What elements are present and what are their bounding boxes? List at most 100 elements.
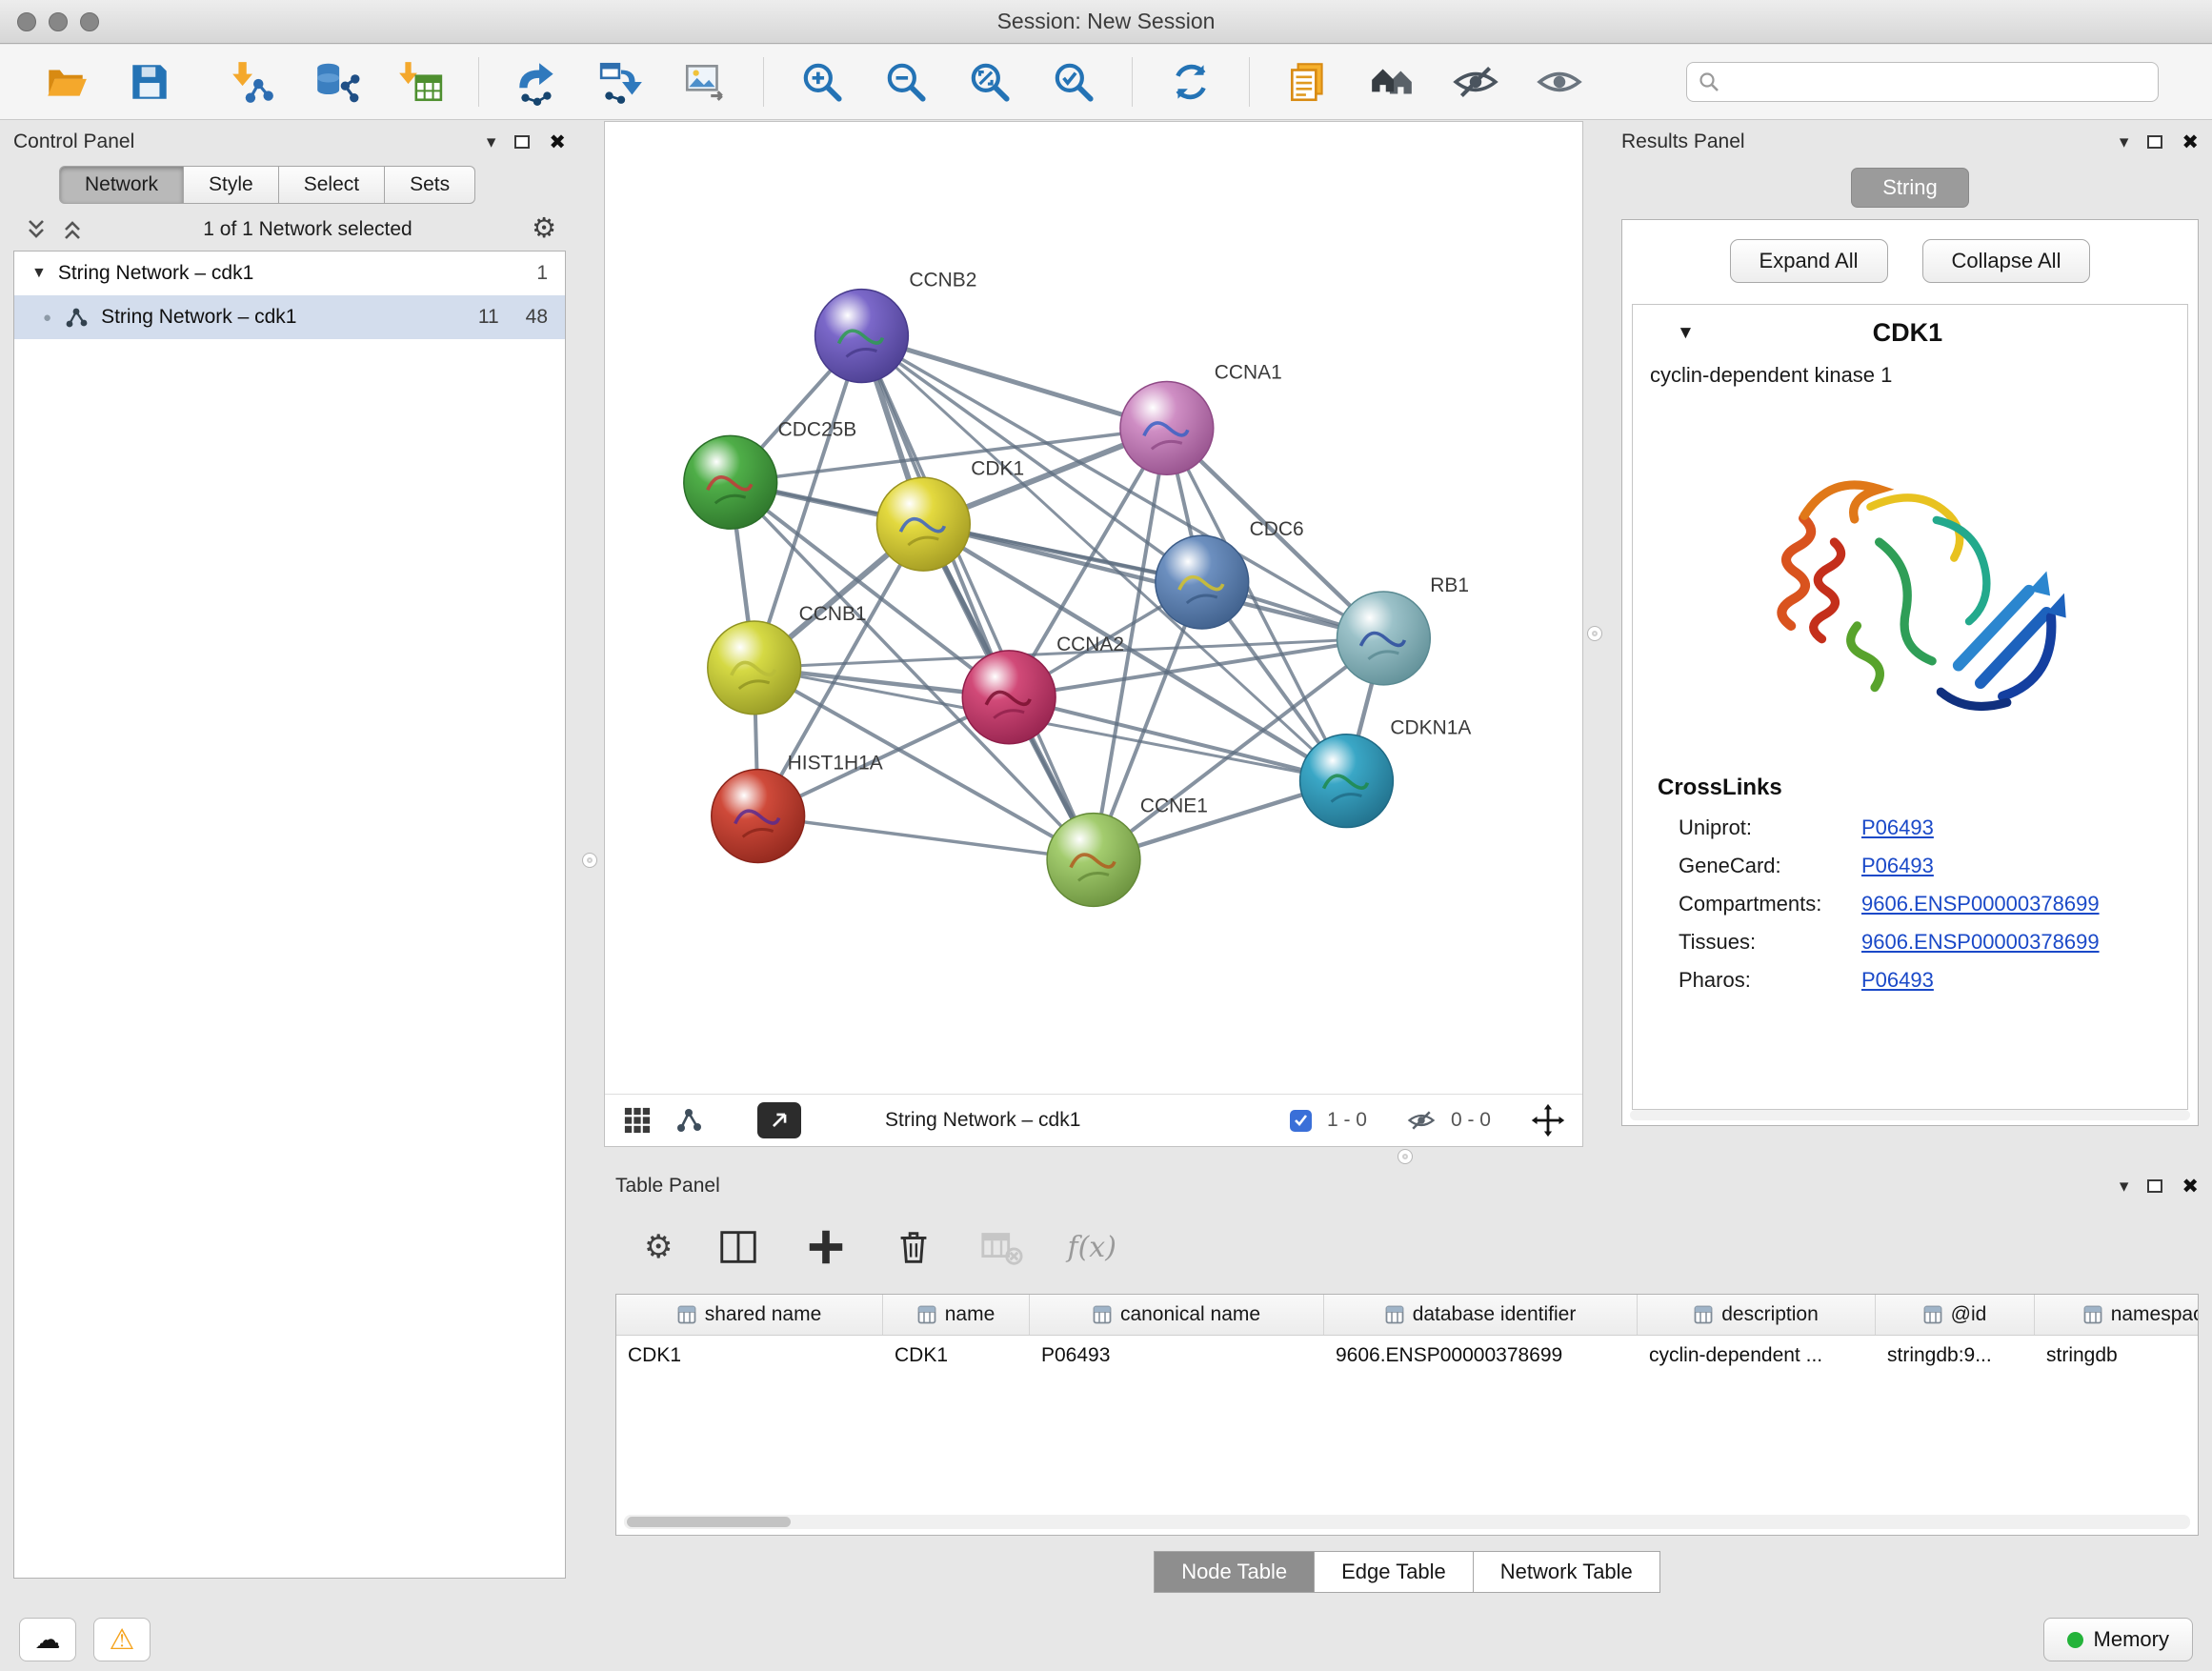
panel-menu-icon[interactable]: ▾ xyxy=(2120,131,2129,153)
table-horizontal-scrollbar[interactable] xyxy=(624,1515,2190,1529)
tab-edge-table[interactable]: Edge Table xyxy=(1315,1551,1474,1593)
hide-graphics-details-icon[interactable] xyxy=(1446,52,1505,111)
network-canvas[interactable]: CCNB2CCNA1CDC25BCDK1CDC6RB1CCNB1CCNA2CDK… xyxy=(605,122,1582,1094)
tree-expand-icon[interactable]: ▼ xyxy=(31,265,47,282)
crosslink-value-link[interactable]: P06493 xyxy=(1861,968,1934,993)
search-box[interactable] xyxy=(1686,62,2159,102)
scrollbar-thumb[interactable] xyxy=(627,1517,791,1527)
column-header-4[interactable]: description xyxy=(1638,1295,1876,1335)
save-session-icon[interactable] xyxy=(120,52,179,111)
zoom-selected-icon[interactable] xyxy=(1044,52,1103,111)
close-panel-icon[interactable]: ✖ xyxy=(2182,1175,2199,1198)
network-graph[interactable]: CCNB2CCNA1CDC25BCDK1CDC6RB1CCNB1CCNA2CDK… xyxy=(605,122,1582,1094)
table-cell[interactable]: CDK1 xyxy=(883,1336,1030,1376)
import-network-database-icon[interactable] xyxy=(307,52,366,111)
import-network-file-icon[interactable] xyxy=(223,52,282,111)
network-row[interactable]: ● String Network – cdk1 11 48 xyxy=(14,295,565,339)
edge-CCNB2-CCNA1[interactable] xyxy=(861,336,1166,429)
import-table-file-icon[interactable] xyxy=(391,52,450,111)
float-panel-icon[interactable] xyxy=(514,135,530,149)
panel-menu-icon[interactable]: ▾ xyxy=(2120,1176,2129,1198)
show-graphics-details-icon[interactable] xyxy=(1530,52,1589,111)
tab-node-table[interactable]: Node Table xyxy=(1154,1551,1315,1593)
crosslink-value-link[interactable]: P06493 xyxy=(1861,854,1934,878)
results-scrollbar[interactable] xyxy=(1630,1110,2190,1120)
memory-button[interactable]: Memory xyxy=(2043,1618,2193,1661)
table-cell[interactable]: stringdb xyxy=(2035,1336,2199,1376)
table-cell[interactable]: cyclin-dependent ... xyxy=(1638,1336,1876,1376)
search-input[interactable] xyxy=(1729,70,2146,93)
float-panel-icon[interactable] xyxy=(2147,1179,2162,1193)
node-CDKN1A[interactable]: CDKN1A xyxy=(1300,717,1472,828)
table-cell[interactable]: CDK1 xyxy=(616,1336,883,1376)
table-gear-icon[interactable]: ⚙ xyxy=(644,1231,673,1263)
table-row[interactable]: CDK1CDK1P064939606.ENSP00000378699cyclin… xyxy=(616,1336,2198,1376)
collapse-all-networks-icon[interactable] xyxy=(61,217,84,242)
tab-sets[interactable]: Sets xyxy=(385,166,475,204)
edge-HIST1H1A-CCNE1[interactable] xyxy=(758,816,1094,860)
tab-style[interactable]: Style xyxy=(184,166,279,204)
column-header-3[interactable]: database identifier xyxy=(1324,1295,1638,1335)
gear-icon[interactable]: ⚙ xyxy=(532,215,556,243)
node-HIST1H1A[interactable]: HIST1H1A xyxy=(712,753,883,863)
edge-CCNB2-CCNE1[interactable] xyxy=(861,336,1094,860)
apply-layout-icon[interactable] xyxy=(1161,52,1220,111)
float-panel-icon[interactable] xyxy=(2147,135,2162,149)
gene-section-header[interactable]: ▼ CDK1 xyxy=(1633,305,2187,355)
export-image-icon[interactable] xyxy=(675,52,734,111)
crosslink-value-link[interactable]: 9606.ENSP00000378699 xyxy=(1861,930,2100,955)
collapse-all-button[interactable]: Collapse All xyxy=(1922,239,2091,283)
close-panel-icon[interactable]: ✖ xyxy=(2182,131,2199,154)
node-CCNB1[interactable]: CCNB1 xyxy=(708,603,867,715)
move-crosshair-icon[interactable] xyxy=(1531,1103,1565,1137)
share-icon[interactable] xyxy=(674,1105,704,1136)
tab-network-table[interactable]: Network Table xyxy=(1474,1551,1660,1593)
column-header-2[interactable]: canonical name xyxy=(1030,1295,1324,1335)
crosslink-value-link[interactable]: P06493 xyxy=(1861,815,1934,840)
column-header-5[interactable]: @id xyxy=(1876,1295,2035,1335)
node-CDK1[interactable]: CDK1 xyxy=(876,457,1024,571)
splitter-handle[interactable] xyxy=(1398,1149,1413,1164)
column-header-0[interactable]: shared name xyxy=(616,1295,883,1335)
minimize-window-button[interactable] xyxy=(49,12,68,31)
table-cell[interactable]: stringdb:9... xyxy=(1876,1336,2035,1376)
network-collection-row[interactable]: ▼ String Network – cdk1 1 xyxy=(14,252,565,295)
cloud-icon[interactable]: ☁ xyxy=(19,1618,76,1661)
grid-icon[interactable] xyxy=(622,1105,653,1136)
splitter-handle[interactable] xyxy=(1587,626,1602,641)
zoom-in-icon[interactable] xyxy=(793,52,852,111)
network-from-table-icon[interactable] xyxy=(592,52,651,111)
node-RB1[interactable]: RB1 xyxy=(1337,574,1470,685)
table-cell[interactable]: 9606.ENSP00000378699 xyxy=(1324,1336,1638,1376)
warning-icon[interactable]: ⚠ xyxy=(93,1618,151,1661)
expand-all-networks-icon[interactable] xyxy=(25,217,48,242)
zoom-fit-icon[interactable] xyxy=(960,52,1019,111)
open-session-icon[interactable] xyxy=(36,52,95,111)
collapse-gene-icon[interactable]: ▼ xyxy=(1677,323,1695,344)
documents-icon[interactable] xyxy=(1278,52,1337,111)
function-builder-icon[interactable]: f(x) xyxy=(1067,1231,1116,1264)
table-cell[interactable]: P06493 xyxy=(1030,1336,1324,1376)
tab-string[interactable]: String xyxy=(1851,168,1968,208)
delete-column-icon[interactable] xyxy=(892,1225,935,1269)
new-network-from-selection-icon[interactable] xyxy=(508,52,567,111)
close-panel-icon[interactable]: ✖ xyxy=(549,131,566,154)
column-header-6[interactable]: namespace xyxy=(2035,1295,2199,1335)
node-CCNA1[interactable]: CCNA1 xyxy=(1120,361,1282,474)
selected-checkbox[interactable] xyxy=(1290,1110,1312,1132)
splitter-handle[interactable] xyxy=(582,853,597,868)
home-icon[interactable] xyxy=(1362,52,1421,111)
column-header-1[interactable]: name xyxy=(883,1295,1030,1335)
add-column-icon[interactable] xyxy=(804,1225,848,1269)
columns-icon[interactable] xyxy=(716,1225,760,1269)
crosslink-value-link[interactable]: 9606.ENSP00000378699 xyxy=(1861,892,2100,916)
zoom-window-button[interactable] xyxy=(80,12,99,31)
zoom-out-icon[interactable] xyxy=(876,52,935,111)
expand-all-button[interactable]: Expand All xyxy=(1730,239,1888,283)
eye-slash-icon[interactable] xyxy=(1407,1106,1436,1135)
external-link-button[interactable] xyxy=(757,1102,801,1138)
tab-network[interactable]: Network xyxy=(59,166,184,204)
edge-CDK1-RB1[interactable] xyxy=(923,524,1383,638)
close-window-button[interactable] xyxy=(17,12,36,31)
panel-menu-icon[interactable]: ▾ xyxy=(487,131,496,153)
